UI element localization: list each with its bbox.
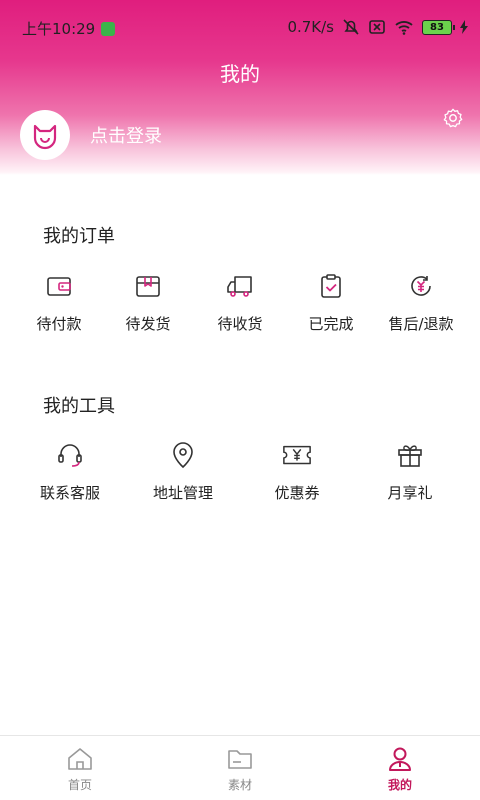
bottom-tab-bar: 首页 素材 我的: [0, 735, 480, 800]
order-item-label: 已完成: [308, 315, 354, 333]
sim-off-icon: [369, 20, 385, 34]
order-item-label: 售后/退款: [388, 315, 454, 333]
order-item-label: 待付款: [36, 315, 82, 333]
settings-gear-icon[interactable]: [442, 107, 464, 129]
status-right: 0.7K/s 83: [287, 18, 468, 36]
order-after-sales[interactable]: 售后/退款: [380, 271, 462, 334]
location-pin-icon: [168, 440, 198, 470]
tool-item-label: 优惠券: [274, 484, 320, 502]
charging-icon: [460, 20, 468, 34]
package-icon: [133, 271, 163, 301]
login-button[interactable]: 点击登录: [90, 122, 162, 148]
tab-mine[interactable]: 我的: [360, 746, 440, 793]
wallet-icon: [44, 271, 74, 301]
order-completed[interactable]: 已完成: [305, 271, 357, 334]
order-pending-shipment[interactable]: 待发货: [122, 271, 174, 334]
tab-mine-label: 我的: [387, 778, 412, 792]
coupon-icon: [282, 440, 312, 470]
battery-indicator: 83: [422, 19, 455, 35]
status-time: 上午10:29: [22, 20, 96, 38]
truck-icon: [225, 271, 255, 301]
clipboard-check-icon: [316, 271, 346, 301]
cat-avatar-icon: [33, 124, 57, 150]
status-bar: 上午10:29 0.7K/s 83: [0, 0, 480, 52]
order-item-label: 待发货: [125, 315, 171, 333]
user-icon: [389, 747, 411, 771]
tools-section-title: 我的工具: [43, 396, 115, 417]
order-pending-payment[interactable]: 待付款: [33, 271, 85, 334]
tab-materials[interactable]: 素材: [200, 746, 280, 793]
tool-coupons[interactable]: 优惠券: [262, 440, 332, 503]
tool-address-management[interactable]: 地址管理: [148, 440, 218, 503]
page-title: 我的: [220, 62, 260, 86]
orders-section-title: 我的订单: [43, 226, 115, 247]
order-item-label: 待收货: [217, 315, 263, 333]
home-icon: [68, 748, 92, 770]
network-speed: 0.7K/s: [287, 18, 334, 36]
folder-icon: [228, 750, 252, 769]
tool-item-label: 联系客服: [39, 484, 100, 502]
status-left: 上午10:29: [22, 18, 116, 39]
gift-icon: [395, 440, 425, 470]
tab-materials-label: 素材: [227, 778, 252, 792]
avatar[interactable]: [20, 110, 70, 160]
wifi-icon: [395, 21, 413, 35]
mute-icon: [343, 19, 359, 35]
battery-level: 83: [430, 21, 444, 33]
order-pending-receipt[interactable]: 待收货: [214, 271, 266, 334]
tool-customer-service[interactable]: 联系客服: [35, 440, 105, 503]
tool-item-label: 地址管理: [152, 484, 213, 502]
refund-icon: [406, 271, 436, 301]
tool-item-label: 月享礼: [387, 484, 433, 502]
headset-icon: [55, 440, 85, 470]
tab-home[interactable]: 首页: [40, 746, 120, 793]
app-notification-icon: [101, 21, 116, 36]
tab-home-label: 首页: [67, 778, 92, 792]
tool-monthly-gift[interactable]: 月享礼: [375, 440, 445, 503]
